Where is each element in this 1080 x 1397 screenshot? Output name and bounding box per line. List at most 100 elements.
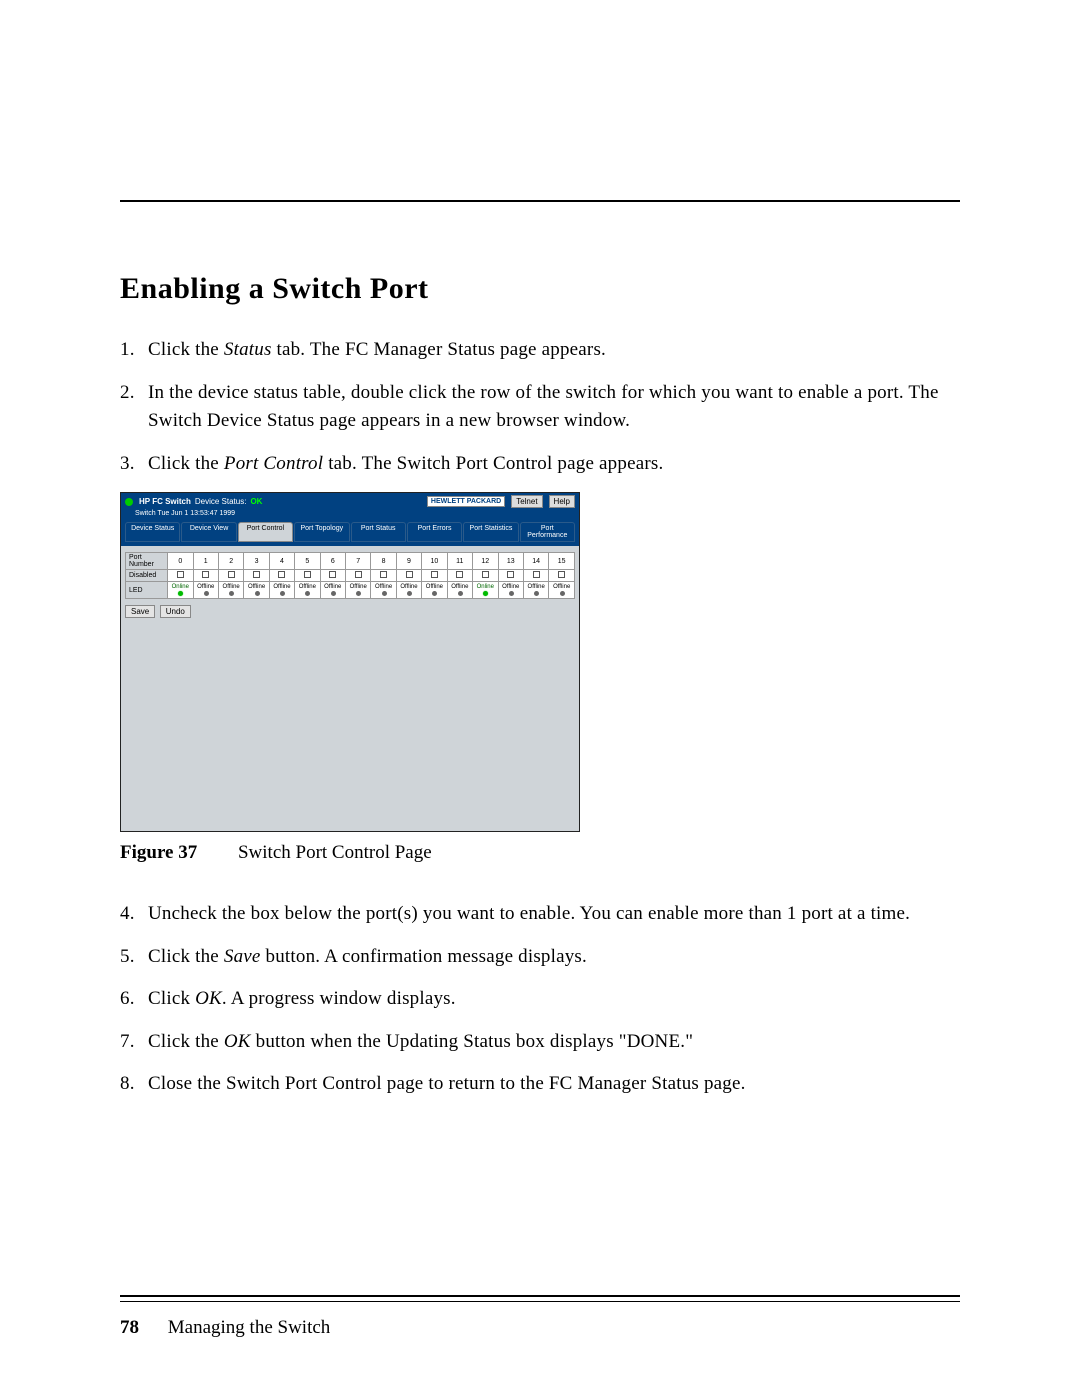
checkbox-icon[interactable] <box>304 571 311 578</box>
port-control-panel: Port Number0123456789101112131415 Disabl… <box>121 546 579 831</box>
checkbox-icon[interactable] <box>406 571 413 578</box>
port-disabled-checkbox[interactable] <box>498 570 523 582</box>
port-led-cell: Offline <box>396 582 421 599</box>
port-disabled-checkbox[interactable] <box>422 570 447 582</box>
port-number-cell: 0 <box>168 553 194 570</box>
port-disabled-checkbox[interactable] <box>320 570 345 582</box>
port-led-cell: Offline <box>498 582 523 599</box>
step-emph: Port Control <box>224 453 323 474</box>
checkbox-icon[interactable] <box>380 571 387 578</box>
save-button[interactable]: Save <box>125 605 155 618</box>
tab-device-status[interactable]: Device Status <box>125 522 180 542</box>
telnet-button[interactable]: Telnet <box>511 495 542 508</box>
checkbox-icon[interactable] <box>558 571 565 578</box>
checkbox-icon[interactable] <box>329 571 336 578</box>
undo-button[interactable]: Undo <box>160 605 191 618</box>
led-offline-icon <box>229 591 234 596</box>
led-offline-icon <box>356 591 361 596</box>
step-emph: Save <box>224 946 261 967</box>
step-text: Click the <box>148 339 224 360</box>
hp-logo: HEWLETT PACKARD <box>427 496 505 507</box>
checkbox-icon[interactable] <box>482 571 489 578</box>
port-disabled-checkbox[interactable] <box>396 570 421 582</box>
port-led-cell: Offline <box>422 582 447 599</box>
port-disabled-checkbox[interactable] <box>244 570 269 582</box>
port-led-cell: Offline <box>447 582 472 599</box>
led-offline-icon <box>407 591 412 596</box>
row-label-led: LED <box>126 582 168 599</box>
step-text: Click the <box>148 453 224 474</box>
checkbox-icon[interactable] <box>253 571 260 578</box>
led-offline-icon <box>560 591 565 596</box>
led-offline-icon <box>458 591 463 596</box>
step-text-post: tab. The Switch Port Control page appear… <box>323 453 663 474</box>
footer-section-title: Managing the Switch <box>168 1317 331 1338</box>
port-led-cell: Online <box>473 582 499 599</box>
screenshot: HP FC Switch Device Status: OK HEWLETT P… <box>120 492 580 832</box>
port-led-cell: Offline <box>549 582 575 599</box>
port-number-cell: 2 <box>218 553 243 570</box>
port-disabled-checkbox[interactable] <box>269 570 294 582</box>
screenshot-titlebar: HP FC Switch Device Status: OK HEWLETT P… <box>121 493 579 510</box>
section-heading: Enabling a Switch Port <box>120 272 960 306</box>
figure-caption-text: Switch Port Control Page <box>238 842 432 863</box>
led-offline-icon <box>305 591 310 596</box>
screenshot-subheader: Switch Tue Jun 1 13:53:47 1999 <box>121 510 579 519</box>
step-text: Click the <box>148 1031 224 1052</box>
led-online-icon <box>178 591 183 596</box>
checkbox-icon[interactable] <box>278 571 285 578</box>
led-offline-icon <box>280 591 285 596</box>
step-6: Click OK. A progress window displays. <box>120 985 960 1014</box>
checkbox-icon[interactable] <box>507 571 514 578</box>
checkbox-icon[interactable] <box>456 571 463 578</box>
port-disabled-checkbox[interactable] <box>447 570 472 582</box>
port-led-cell: Offline <box>295 582 320 599</box>
help-button[interactable]: Help <box>549 495 575 508</box>
port-number-cell: 13 <box>498 553 523 570</box>
port-disabled-checkbox[interactable] <box>473 570 499 582</box>
port-disabled-checkbox[interactable] <box>549 570 575 582</box>
port-disabled-checkbox[interactable] <box>168 570 194 582</box>
port-disabled-checkbox[interactable] <box>523 570 548 582</box>
port-number-cell: 5 <box>295 553 320 570</box>
footer-rule-thick <box>120 1295 960 1297</box>
port-number-cell: 8 <box>371 553 396 570</box>
port-number-cell: 6 <box>320 553 345 570</box>
tab-device-view[interactable]: Device View <box>181 522 236 542</box>
checkbox-icon[interactable] <box>228 571 235 578</box>
status-led-icon <box>125 498 133 506</box>
port-disabled-checkbox[interactable] <box>218 570 243 582</box>
port-led-cell: Offline <box>523 582 548 599</box>
step-3: Click the Port Control tab. The Switch P… <box>120 450 960 479</box>
tab-port-statistics[interactable]: Port Statistics <box>463 522 518 542</box>
checkbox-icon[interactable] <box>355 571 362 578</box>
checkbox-icon[interactable] <box>202 571 209 578</box>
step-text: Close the Switch Port Control page to re… <box>148 1073 746 1094</box>
window-title: HP FC Switch <box>139 497 191 506</box>
port-number-cell: 3 <box>244 553 269 570</box>
step-text: Click <box>148 988 195 1009</box>
step-text: Uncheck the box below the port(s) you wa… <box>148 903 910 924</box>
tab-port-control[interactable]: Port Control <box>238 522 293 542</box>
tab-port-performance[interactable]: Port Performance <box>520 522 575 542</box>
checkbox-icon[interactable] <box>431 571 438 578</box>
page-number: 78 <box>120 1317 139 1338</box>
steps-list-2: Uncheck the box below the port(s) you wa… <box>120 900 960 1099</box>
port-number-cell: 1 <box>193 553 218 570</box>
step-5: Click the Save button. A confirmation me… <box>120 943 960 972</box>
tab-port-errors[interactable]: Port Errors <box>407 522 462 542</box>
tab-port-topology[interactable]: Port Topology <box>294 522 349 542</box>
port-number-cell: 4 <box>269 553 294 570</box>
tab-port-status[interactable]: Port Status <box>351 522 406 542</box>
top-rule <box>120 200 960 202</box>
port-disabled-checkbox[interactable] <box>193 570 218 582</box>
step-text-post: button when the Updating Status box disp… <box>251 1031 694 1052</box>
checkbox-icon[interactable] <box>177 571 184 578</box>
footer-rule-thin <box>120 1301 960 1302</box>
port-disabled-checkbox[interactable] <box>345 570 370 582</box>
checkbox-icon[interactable] <box>533 571 540 578</box>
port-number-cell: 10 <box>422 553 447 570</box>
port-disabled-checkbox[interactable] <box>371 570 396 582</box>
step-1: Click the Status tab. The FC Manager Sta… <box>120 336 960 365</box>
port-disabled-checkbox[interactable] <box>295 570 320 582</box>
